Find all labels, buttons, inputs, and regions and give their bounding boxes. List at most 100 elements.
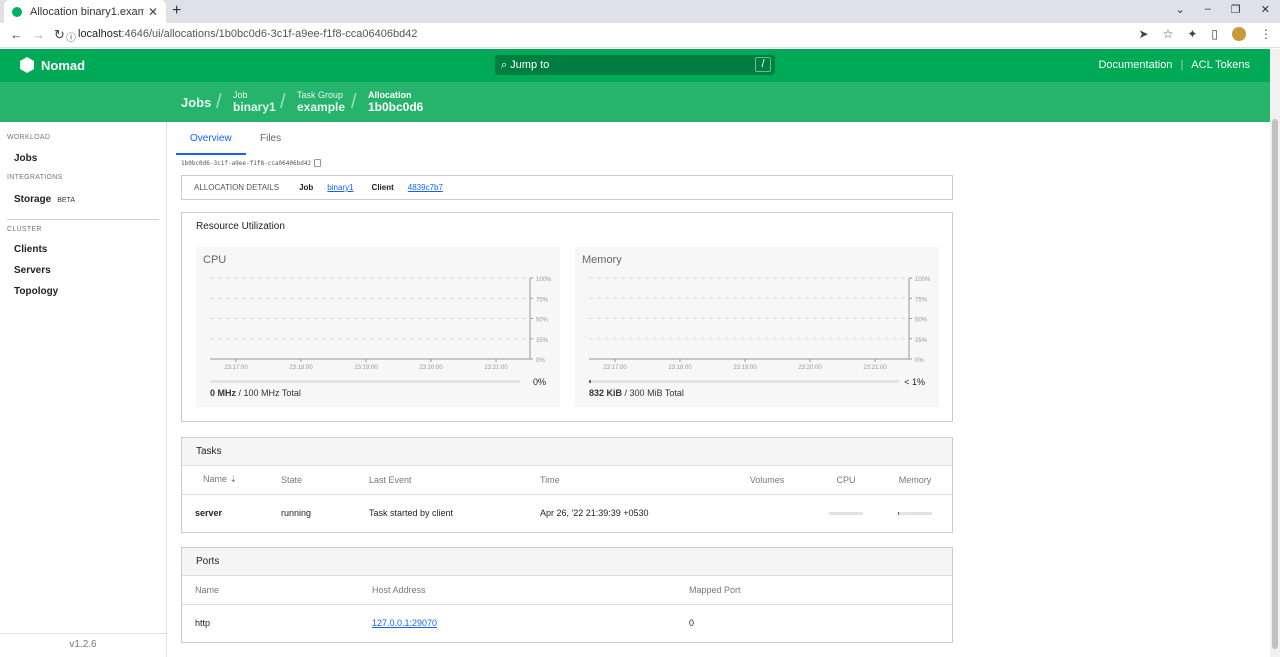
- job-link[interactable]: binary1: [327, 183, 353, 192]
- url-field[interactable]: localhost:4646/ui/allocations/1b0bc0d6-3…: [78, 28, 417, 40]
- acl-tokens-link[interactable]: ACL Tokens: [1191, 59, 1250, 71]
- col-host-address: Host Address: [359, 576, 676, 605]
- active-tab-indicator: [176, 153, 246, 155]
- breadcrumb-job[interactable]: Job binary1: [233, 90, 276, 114]
- memory-chart-title: Memory: [582, 254, 622, 266]
- task-memory: [878, 494, 952, 531]
- port-mapped: 0: [689, 617, 695, 628]
- ports-title: Ports: [182, 548, 952, 576]
- breadcrumb-alloc-value: 1b0bc0d6: [368, 100, 424, 114]
- sidebar-icon[interactable]: ▯: [1211, 27, 1218, 41]
- sidebar-item-topology[interactable]: Topology: [14, 286, 58, 297]
- search-placeholder: Jump to: [510, 59, 550, 71]
- sidebar-section-integrations: Integrations: [7, 174, 63, 181]
- sidebar-item-servers[interactable]: Servers: [14, 265, 51, 276]
- resource-utilization-title: Resource Utilization: [182, 213, 952, 241]
- allocation-full-id: 1b0bc0d6-3c1f-a9ee-f1f8-cca06406bd42: [181, 160, 312, 167]
- breadcrumb-allocation[interactable]: Allocation 1b0bc0d6: [368, 90, 423, 114]
- sidebar-item-storage[interactable]: Storage BETA: [14, 194, 75, 205]
- x-tick-label: 23:20:00: [419, 365, 443, 371]
- task-cpu: [814, 494, 878, 531]
- host-address-link[interactable]: 127.0.0.1:29070: [372, 618, 437, 628]
- breadcrumb-job-label: Job: [233, 90, 248, 100]
- cpu-usage-total: 0 MHz / 100 MHz Total: [210, 388, 301, 398]
- forward-arrow-icon[interactable]: →: [32, 27, 45, 42]
- resource-utilization-panel: Resource Utilization 100% 75% 50% 25% 0% 23:1…: [181, 212, 953, 422]
- beta-badge: BETA: [57, 197, 75, 204]
- breadcrumb-separator: /: [351, 91, 357, 113]
- task-last-event: Task started by client: [369, 507, 454, 518]
- tab-files[interactable]: Files: [260, 133, 281, 144]
- y-tick-label: 50%: [915, 318, 928, 324]
- y-tick-label: 75%: [536, 297, 549, 303]
- memory-usage-total: 832 KiB / 300 MiB Total: [589, 388, 684, 398]
- memory-chart-plot: 100% 75% 50% 25% 0% 23:17:00 23:18:00 23:19:00 2…: [589, 277, 931, 371]
- jump-to-search[interactable]: ⌕ Jump to /: [495, 55, 775, 75]
- chevron-down-icon[interactable]: ⌄: [1176, 3, 1185, 16]
- browser-toolbar-icons: ➤ ☆ ✦ ▯ ⋮: [1139, 27, 1272, 41]
- table-row[interactable]: server running Task started by client Ap…: [182, 494, 952, 531]
- cpu-total: / 100 MHz Total: [238, 388, 301, 398]
- breadcrumb-job-value: binary1: [233, 100, 276, 114]
- cpu-chart-plot: 100% 75% 50% 25% 0% 23:17:00 23:18:00 23:19:00 2…: [210, 277, 552, 371]
- close-icon[interactable]: ✕: [148, 5, 158, 19]
- copy-icon[interactable]: [314, 159, 321, 167]
- page-scrollbar[interactable]: [1270, 49, 1280, 657]
- cpu-usage-percent: 0%: [532, 377, 546, 387]
- nomad-logo[interactable]: Nomad: [20, 57, 85, 73]
- back-arrow-icon[interactable]: ←: [10, 27, 23, 42]
- task-memory-bar: [898, 511, 932, 515]
- sidebar-section-cluster: Cluster: [7, 226, 42, 233]
- menu-icon[interactable]: ⋮: [1260, 27, 1272, 41]
- url-path: :4646/ui/allocations/1b0bc0d6-3c1f-a9ee-…: [121, 28, 418, 40]
- close-window-icon[interactable]: ✕: [1261, 3, 1270, 16]
- minimize-icon[interactable]: –: [1205, 3, 1211, 16]
- col-time: Time: [527, 466, 720, 495]
- memory-used: 832 KiB: [589, 388, 623, 398]
- profile-avatar[interactable]: [1232, 27, 1246, 41]
- sort-arrow-icon: ⇣: [229, 474, 238, 485]
- client-link[interactable]: 4839c7b7: [408, 183, 443, 192]
- allocation-tabs: Overview Files: [176, 122, 953, 156]
- ports-table: Name Host Address Mapped Port http 127.0…: [182, 576, 952, 641]
- sidebar-item-clients[interactable]: Clients: [14, 244, 47, 255]
- col-cpu: CPU: [814, 466, 878, 495]
- task-name[interactable]: server: [182, 494, 268, 531]
- documentation-link[interactable]: Documentation: [1098, 59, 1172, 71]
- x-tick-label: 23:18:00: [668, 365, 692, 371]
- new-tab-icon[interactable]: +: [172, 2, 181, 20]
- nomad-header: Nomad ⌕ Jump to / Documentation | ACL To…: [0, 49, 1270, 82]
- col-memory: Memory: [878, 466, 952, 495]
- breadcrumb-jobs[interactable]: Jobs: [181, 95, 211, 110]
- breadcrumb-task-group[interactable]: Task Group example: [297, 90, 345, 114]
- task-memory-fill: [898, 511, 900, 515]
- browser-tab[interactable]: Allocation binary1.examp ✕: [4, 0, 166, 23]
- port-name: http: [195, 617, 211, 628]
- cpu-chart: 100% 75% 50% 25% 0% 23:17:00 23:18:00 23:19:00 2…: [196, 247, 560, 407]
- x-tick-label: 23:17:00: [603, 365, 627, 371]
- star-icon[interactable]: ☆: [1163, 27, 1174, 41]
- col-last-event: Last Event: [356, 466, 527, 495]
- tasks-panel: Tasks Name ⇣ State Last Event Time Volum…: [181, 437, 953, 533]
- info-icon[interactable]: ⓘ: [66, 29, 76, 44]
- allocation-details: Allocation Details Job binary1 Client 48…: [181, 175, 953, 200]
- breadcrumb-alloc-label: Allocation: [368, 90, 412, 100]
- breadcrumb-group-value: example: [297, 100, 346, 114]
- y-tick-label: 100%: [536, 277, 552, 283]
- sidebar-divider: [7, 219, 159, 220]
- version-label: v1.2.6: [0, 633, 166, 657]
- y-tick-label: 0%: [915, 358, 924, 364]
- memory-usage-fill: [589, 380, 591, 383]
- memory-total: / 300 MiB Total: [624, 388, 684, 398]
- extensions-icon[interactable]: ✦: [1187, 27, 1197, 41]
- reload-icon[interactable]: ↻: [54, 27, 65, 43]
- tasks-table: Name ⇣ State Last Event Time Volumes CPU…: [182, 466, 952, 531]
- tab-overview[interactable]: Overview: [190, 133, 232, 144]
- share-icon[interactable]: ➤: [1139, 27, 1149, 41]
- cpu-usage-bar: [210, 380, 520, 383]
- scrollbar-thumb[interactable]: [1272, 119, 1278, 649]
- col-name[interactable]: Name ⇣: [182, 466, 268, 495]
- restore-icon[interactable]: ❐: [1231, 3, 1241, 16]
- sidebar-item-jobs[interactable]: Jobs: [14, 153, 37, 164]
- y-tick-label: 50%: [536, 318, 549, 324]
